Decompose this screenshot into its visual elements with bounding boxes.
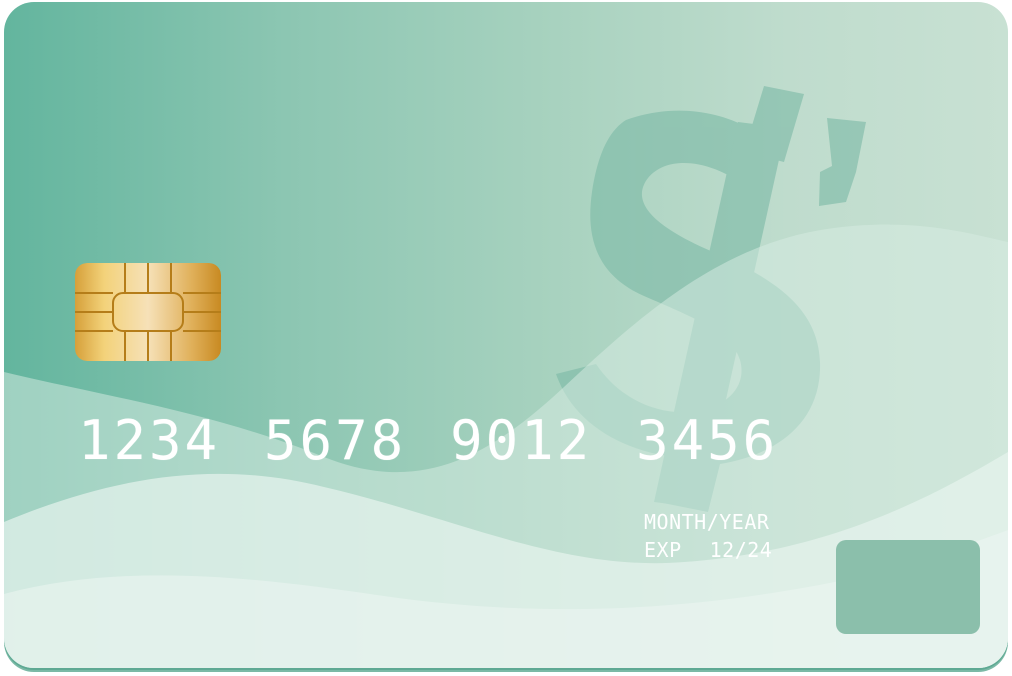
card-number: 1234 5678 9012 3456: [78, 414, 778, 468]
expiry-label: MONTH/YEAR: [644, 510, 770, 534]
expiry-row: EXP 12/24: [644, 540, 772, 560]
card-number-group-3: 9012: [450, 409, 593, 472]
card-number-group-2: 5678: [264, 409, 407, 472]
credit-card: 1234 5678 9012 3456 MONTH/YEAR EXP 12/24: [4, 2, 1008, 668]
card-number-group-4: 3456: [636, 409, 779, 472]
card-number-group-1: 1234: [78, 409, 221, 472]
chip: [75, 263, 221, 361]
emv-chip-icon: [75, 263, 221, 361]
signature-pad: [836, 540, 980, 634]
expiry-prefix: EXP: [644, 538, 682, 562]
expiry-date: 12/24: [709, 538, 773, 562]
